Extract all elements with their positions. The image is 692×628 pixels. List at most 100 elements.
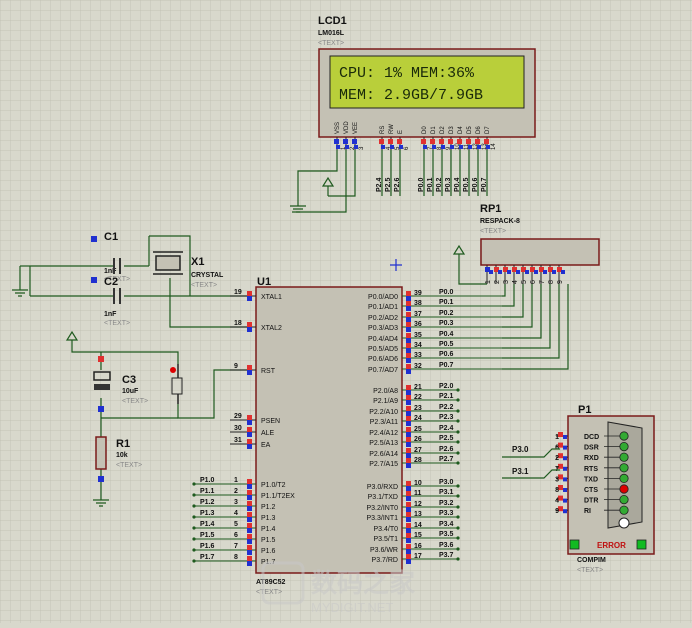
lcd-net-label: P0.2 <box>436 177 443 192</box>
u1-pin-name: XTAL1 <box>261 294 282 301</box>
u1-pin-marker <box>247 512 252 517</box>
u1-pin-marker <box>247 517 252 522</box>
c3-ref: C3 <box>122 374 136 386</box>
p1-status-led <box>619 473 629 483</box>
u1-pin-marker <box>406 416 411 421</box>
wire-end-dot <box>456 536 460 540</box>
p1-pin-number: 4 <box>555 498 559 505</box>
u1-pin-marker <box>247 432 252 437</box>
u1-pin-marker <box>406 327 411 332</box>
u1-pin-name: EA <box>261 442 271 449</box>
rp1-pin-number: 5 <box>521 280 528 284</box>
u1-pin-marker <box>247 415 252 420</box>
u1-pin-number: 21 <box>414 384 422 391</box>
u1-pin-name: P0.5/AD5 <box>368 346 398 353</box>
u1-pin-marker <box>406 538 411 543</box>
u1-pin-number: 13 <box>414 511 422 518</box>
u1-net-label: P1.7 <box>200 554 215 561</box>
u1-pin-number: 32 <box>414 363 422 370</box>
lcd-pin-name: RW <box>389 124 395 134</box>
p1-status-led <box>619 441 629 452</box>
r1-value: 10k <box>116 452 128 459</box>
lcd-pin-marker <box>352 139 357 144</box>
wire-end-dot <box>192 515 196 519</box>
u1-pin-marker <box>406 496 411 501</box>
p1-signal-name: CTS <box>584 487 598 494</box>
wire-end-dot <box>456 557 460 561</box>
u1-model: AT89C52 <box>256 579 286 586</box>
u1-pin-name: P3.7/RD <box>372 557 398 564</box>
u1-pin-marker <box>247 506 252 511</box>
crystal-body <box>155 255 181 271</box>
u1-net-label: P1.2 <box>200 499 215 506</box>
lcd-line-1: CPU: 1% MEM:36% <box>339 65 475 82</box>
p1-pin-number: 2 <box>555 455 559 462</box>
u1-pin-marker <box>406 453 411 458</box>
u1-net-label: P1.3 <box>200 510 215 517</box>
p1-pin-marker <box>563 498 567 503</box>
u1-pin-name: P2.4/A12 <box>369 430 398 437</box>
u1-net-label: P0.1 <box>439 299 454 306</box>
u1-pin-number: 17 <box>414 553 422 560</box>
p1-signal-name: DTR <box>584 498 598 505</box>
rp1-pin-marker <box>534 270 538 274</box>
u1-net-label: P3.3 <box>439 510 454 517</box>
lcd-pin-name: D0 <box>422 126 428 134</box>
lcd-pin-marker <box>388 139 393 144</box>
x1-text-tag: <TEXT> <box>191 282 217 289</box>
u1-pin-marker <box>406 427 411 432</box>
u1-pin-name: P0.3/AD3 <box>368 325 398 332</box>
wire-end-dot <box>456 505 460 509</box>
p1-status-led <box>619 463 629 473</box>
u1-pin-number: 3 <box>234 499 238 506</box>
u1-pin-name: P0.6/AD6 <box>368 356 398 363</box>
lcd-pin-name: D1 <box>431 126 437 134</box>
p1-status-led <box>619 452 629 462</box>
lcd-model: LM016L <box>318 30 345 37</box>
p1-component[interactable]: P1 1 DCD 6 DSR 2 RXD 7 RTS 3 TXD 8 CTS 4 DTR 9 RI ERROR… <box>555 404 655 574</box>
p1-pin-number: 9 <box>555 508 559 515</box>
u1-pin-marker <box>406 502 411 507</box>
wire-end-dot <box>192 559 196 563</box>
lcd-pin-marker <box>430 139 435 144</box>
lcd-net-label: P0.0 <box>418 177 425 192</box>
u1-net-label: P3.1 <box>439 489 454 496</box>
p1-pin-number: 3 <box>555 476 559 483</box>
lcd-pin-name: D2 <box>440 126 446 134</box>
u1-pin-name: P1.3 <box>261 515 276 522</box>
p1-pin-number: 1 <box>555 434 559 441</box>
lcd-net-label: P2.4 <box>376 177 383 192</box>
schematic-canvas[interactable]: LCD1 LM016L <TEXT> CPU: 1% MEM:36% MEM: … <box>0 0 692 623</box>
u1-pin-marker <box>406 291 411 296</box>
lcd-pin-marker <box>345 145 349 149</box>
u1-pin-marker <box>406 533 411 538</box>
p1-text-tag: <TEXT> <box>577 567 603 574</box>
u1-pin-name: XTAL2 <box>261 325 282 332</box>
wire-end-dot <box>456 515 460 519</box>
u1-pin-number: 35 <box>414 332 422 339</box>
u1-pin-number: 27 <box>414 447 422 454</box>
lcd-line-2: MEM: 2.9GB/7.9GB <box>339 87 483 104</box>
u1-net-label: P1.0 <box>200 477 215 484</box>
u1-pin-number: 33 <box>414 352 422 359</box>
u1-pin-marker <box>406 395 411 400</box>
rp1-pin-number: 8 <box>548 280 555 284</box>
u1-pin-marker <box>406 544 411 549</box>
c3-text-tag: <TEXT> <box>122 398 148 405</box>
p1-pin-marker <box>563 509 567 514</box>
lcd-pin-name: D7 <box>485 126 491 134</box>
u1-pin-marker <box>406 353 411 358</box>
lcd-pin-marker <box>466 139 471 144</box>
u1-net-label: P1.1 <box>200 488 215 495</box>
u1-pin-marker <box>247 545 252 550</box>
u1-pin-name: P1.6 <box>261 548 276 555</box>
rp1-pin-marker <box>543 270 547 274</box>
rp1-pin-marker <box>498 270 502 274</box>
lcd-pin-number: 14 <box>491 143 497 150</box>
u1-pin-marker <box>406 523 411 528</box>
u1-pin-marker <box>247 495 252 500</box>
u1-pin-marker <box>406 432 411 437</box>
u1-pin-marker <box>406 421 411 426</box>
u1-pin-number: 26 <box>414 436 422 443</box>
r1-text-tag: <TEXT> <box>116 462 142 469</box>
